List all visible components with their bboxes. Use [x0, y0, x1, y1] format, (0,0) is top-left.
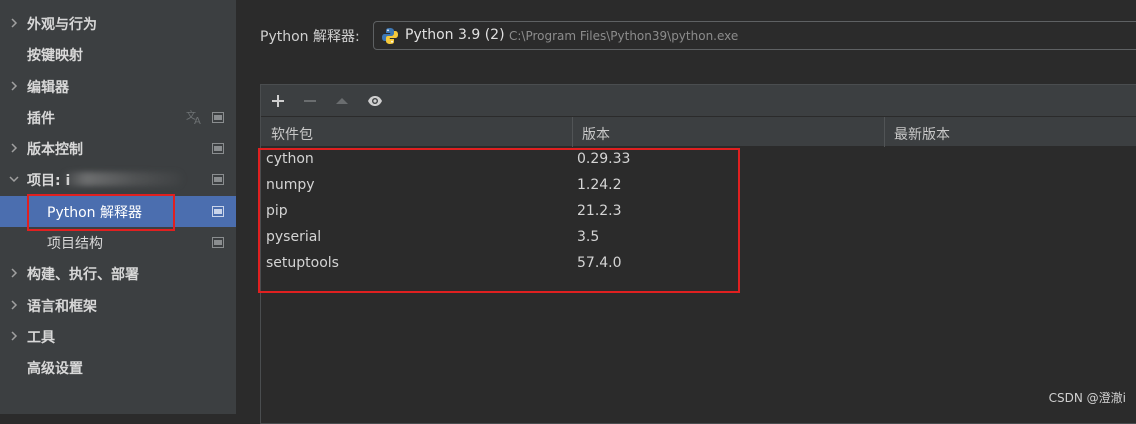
sidebar-item-label: 外观与行为 — [27, 17, 97, 33]
sidebar-item-advanced[interactable]: 高级设置 — [0, 352, 236, 383]
sidebar-item-label: 编辑器 — [27, 80, 69, 96]
plus-icon[interactable] — [270, 93, 286, 109]
python-logo-icon — [382, 28, 398, 44]
svg-text:A: A — [194, 116, 201, 125]
chevron-right-icon — [11, 268, 18, 278]
watermark: CSDN @澄澈i — [1048, 391, 1126, 405]
sidebar-item-project-structure[interactable]: 项目结构 — [0, 227, 236, 258]
column-header-latest[interactable]: 最新版本 — [894, 124, 950, 144]
highlight-box-interpreter — [27, 194, 175, 231]
interpreter-path: C:\Program Files\Python39\python.exe — [509, 29, 739, 43]
packages-toolbar — [261, 85, 1136, 116]
chevron-right-icon — [11, 143, 18, 153]
column-separator[interactable] — [884, 117, 885, 147]
minus-icon[interactable] — [302, 93, 318, 109]
sidebar-item-tools[interactable]: 工具 — [0, 321, 236, 352]
eye-icon[interactable] — [367, 93, 383, 109]
interpreter-name: Python 3.9 (2) — [405, 27, 505, 43]
interpreter-label: Python 解释器: — [260, 29, 360, 45]
column-header-version[interactable]: 版本 — [582, 124, 610, 144]
column-header-package[interactable]: 软件包 — [271, 124, 313, 144]
sidebar-item-label: 语言和框架 — [27, 299, 97, 315]
translate-icon: 文 A — [186, 109, 201, 125]
sidebar-item-languages[interactable]: 语言和框架 — [0, 290, 236, 321]
project-settings-icon — [212, 206, 224, 217]
sidebar-item-keymap[interactable]: 按键映射 — [0, 39, 236, 70]
project-settings-icon — [212, 174, 224, 185]
chevron-down-icon — [9, 176, 19, 183]
sidebar-item-label: 构建、执行、部署 — [27, 267, 139, 283]
sidebar-item-label: 版本控制 — [27, 142, 83, 158]
sidebar-item-vcs[interactable]: 版本控制 — [0, 133, 236, 164]
sidebar-item-project[interactable]: 项目: i — [0, 164, 236, 195]
redacted-project-name — [62, 172, 182, 186]
chevron-right-icon — [11, 81, 18, 91]
sidebar-item-label: 按键映射 — [27, 48, 83, 64]
sidebar-item-label: 高级设置 — [27, 361, 83, 377]
column-separator[interactable] — [572, 117, 573, 147]
sidebar-item-label: 插件 — [27, 111, 55, 127]
project-settings-icon — [212, 112, 224, 123]
sidebar-item-appearance[interactable]: 外观与行为 — [0, 8, 236, 39]
project-settings-icon — [212, 143, 224, 154]
chevron-right-icon — [11, 18, 18, 28]
table-header: 软件包 版本 最新版本 — [261, 116, 1136, 147]
sidebar-item-plugins[interactable]: 插件 文 A — [0, 102, 236, 133]
chevron-right-icon — [11, 300, 18, 310]
sidebar-item-label: 工具 — [27, 330, 55, 346]
interpreter-dropdown[interactable]: Python 3.9 (2) C:\Program Files\Python39… — [373, 21, 1136, 50]
chevron-right-icon — [11, 331, 18, 341]
sidebar-item-editor[interactable]: 编辑器 — [0, 71, 236, 102]
sidebar-item-build[interactable]: 构建、执行、部署 — [0, 258, 236, 289]
sidebar-item-label: 项目结构 — [47, 236, 103, 252]
project-settings-icon — [212, 237, 224, 248]
up-arrow-icon[interactable] — [334, 93, 350, 109]
highlight-box-packages — [258, 148, 740, 293]
